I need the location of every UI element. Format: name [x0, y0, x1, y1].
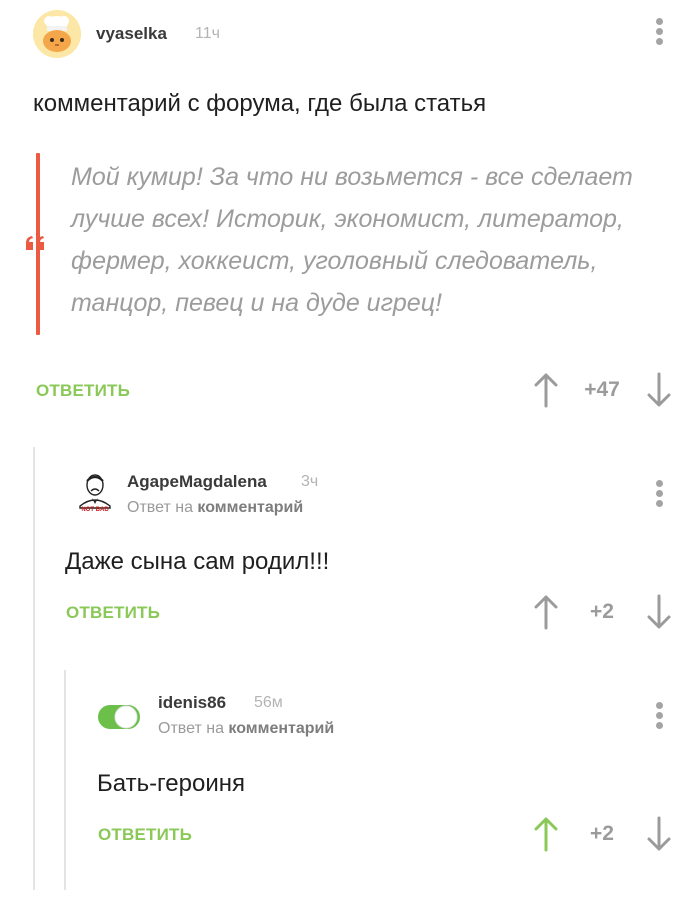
thread-line: [33, 447, 35, 890]
more-vertical-icon[interactable]: [650, 700, 670, 732]
chef-cat-icon: [33, 10, 81, 58]
quote-text: Мой кумир! За что ни возьмется - все сде…: [71, 163, 633, 317]
score: +2: [590, 822, 614, 845]
more-vertical-icon[interactable]: [650, 16, 670, 48]
reply-button[interactable]: ОТВЕТИТЬ: [98, 825, 192, 845]
username[interactable]: AgapeMagdalena: [127, 472, 267, 492]
score: +47: [584, 378, 620, 401]
arrow-up-icon[interactable]: [532, 372, 560, 408]
reply-to-link[interactable]: комментарий: [197, 499, 303, 516]
timestamp: 3ч: [301, 473, 319, 490]
arrow-down-icon[interactable]: [645, 594, 673, 630]
reply-button[interactable]: ОТВЕТИТЬ: [36, 381, 130, 401]
quote-mark-icon: [26, 236, 44, 250]
avatar-vyaselka[interactable]: [33, 10, 81, 58]
score: +2: [590, 600, 614, 623]
reply-to-prefix: Ответ на: [127, 499, 193, 516]
reply-to-line: Ответ на комментарий: [127, 499, 303, 517]
reply-button[interactable]: ОТВЕТИТЬ: [66, 603, 160, 623]
reply-to-line: Ответ на комментарий: [158, 720, 334, 738]
comment-text: Даже сына сам родил!!!: [65, 548, 330, 575]
arrow-up-icon[interactable]: [532, 816, 560, 852]
avatar-agapemagdalena[interactable]: NOT BAD: [74, 470, 116, 514]
timestamp: 56м: [254, 694, 283, 711]
username[interactable]: vyaselka: [96, 24, 167, 44]
toggle-switch-icon[interactable]: [96, 701, 142, 733]
more-vertical-icon[interactable]: [650, 478, 670, 510]
username[interactable]: idenis86: [158, 693, 226, 713]
timestamp: 11ч: [195, 25, 220, 42]
reply-to-link[interactable]: комментарий: [228, 720, 334, 737]
arrow-down-icon[interactable]: [645, 372, 673, 408]
arrow-up-icon[interactable]: [532, 594, 560, 630]
reply-to-prefix: Ответ на: [158, 720, 224, 737]
arrow-down-icon[interactable]: [645, 816, 673, 852]
comment-text: Бать-героиня: [97, 770, 245, 797]
avatar-caption: NOT BAD: [81, 507, 109, 513]
thread-line: [64, 670, 66, 890]
post-text: комментарий с форума, где была статья: [33, 90, 487, 117]
